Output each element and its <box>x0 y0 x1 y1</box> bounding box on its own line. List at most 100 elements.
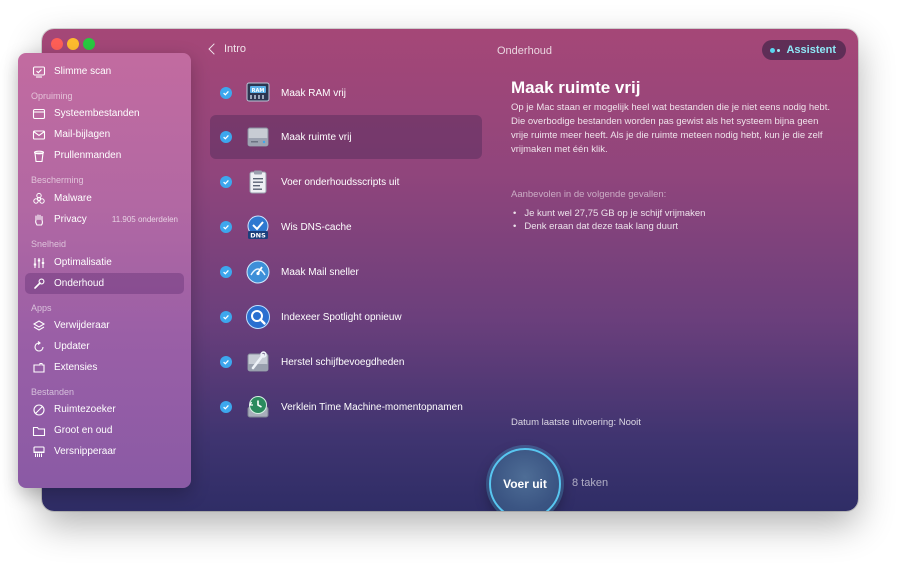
recommendation-list: Je kunt wel 27,75 GB op je schijf vrijma… <box>511 207 705 233</box>
privacy-item-count: 11.905 onderdelen <box>111 215 178 224</box>
close-window-button[interactable] <box>51 38 63 50</box>
checkmark-icon[interactable] <box>220 311 232 323</box>
sidebar-item-extensions[interactable]: Extensies <box>25 357 184 378</box>
zoom-window-button[interactable] <box>83 38 95 50</box>
assistant-dots-icon <box>770 47 781 53</box>
dns-icon: DNS <box>245 214 271 240</box>
sidebar-item-label: Systeembestanden <box>54 108 140 119</box>
sidebar-item-space-lens[interactable]: Ruimtezoeker <box>25 399 184 420</box>
updater-icon <box>32 340 46 354</box>
task-label: Verklein Time Machine-momentopnamen <box>281 401 463 413</box>
svg-text:RAM: RAM <box>252 88 265 94</box>
task-label: Wis DNS-cache <box>281 221 352 233</box>
task-item-maintenance-scripts[interactable]: Voer onderhoudsscripts uit <box>210 160 482 204</box>
hand-icon <box>32 213 46 227</box>
sidebar-item-large-old[interactable]: Groot en oud <box>25 420 184 441</box>
window-title: Onderhoud <box>497 45 553 57</box>
hard-drive-icon <box>245 124 271 150</box>
sidebar-item-label: Mail-bijlagen <box>54 129 111 140</box>
shredder-icon <box>32 445 46 459</box>
sidebar-item-smart-scan[interactable]: Slimme scan <box>25 61 184 82</box>
clipboard-script-icon <box>245 169 271 195</box>
space-lens-icon <box>32 403 46 417</box>
sidebar-item-trash-bins[interactable]: Prullenmanden <box>25 145 184 166</box>
sidebar-item-optimization[interactable]: Optimalisatie <box>25 252 184 273</box>
sidebar-section-header: Apps <box>31 303 52 313</box>
last-run-text: Datum laatste uitvoering: Nooit <box>511 417 641 428</box>
sidebar-item-label: Updater <box>54 341 90 352</box>
wrench-icon <box>32 277 46 291</box>
assistant-label: Assistent <box>786 44 836 56</box>
assistant-button[interactable]: Assistent <box>762 40 846 60</box>
task-label: Maak Mail sneller <box>281 266 359 278</box>
list-item: Denk eraan dat deze taak lang duurt <box>511 220 705 233</box>
checkmark-icon[interactable] <box>220 401 232 413</box>
sidebar-item-mail-attachments[interactable]: Mail-bijlagen <box>25 124 184 145</box>
checkmark-icon[interactable] <box>220 87 232 99</box>
task-count: 8 taken <box>572 477 609 489</box>
chevron-left-icon <box>208 43 220 55</box>
smart-scan-icon <box>32 65 46 79</box>
sidebar-item-shredder[interactable]: Versnipperaar <box>25 441 184 462</box>
task-label: Indexeer Spotlight opnieuw <box>281 311 402 323</box>
task-item-reindex-spotlight[interactable]: Indexeer Spotlight opnieuw <box>210 295 482 339</box>
task-item-flush-dns[interactable]: DNS Wis DNS-cache <box>210 205 482 249</box>
sidebar-section-header: Bestanden <box>31 387 75 397</box>
sidebar-item-label: Verwijderaar <box>54 320 110 331</box>
checkmark-icon[interactable] <box>220 176 232 188</box>
task-item-speed-up-mail[interactable]: Maak Mail sneller <box>210 250 482 294</box>
disk-repair-icon <box>245 349 271 375</box>
sidebar-item-label: Privacy <box>54 214 87 225</box>
checkmark-icon[interactable] <box>220 131 232 143</box>
sidebar-item-malware[interactable]: Malware <box>25 188 184 209</box>
uninstaller-icon <box>32 319 46 333</box>
sidebar-section-header: Opruiming <box>31 91 73 101</box>
sidebar-item-label: Onderhoud <box>54 278 105 289</box>
sidebar-item-privacy[interactable]: Privacy 11.905 onderdelen <box>25 209 184 230</box>
dns-badge-text: DNS <box>250 231 266 239</box>
sliders-icon <box>32 256 46 270</box>
run-button[interactable]: Voer uit <box>489 448 561 511</box>
sidebar-section-header: Snelheid <box>31 239 67 249</box>
extensions-icon <box>32 361 46 375</box>
list-item: Je kunt wel 27,75 GB op je schijf vrijma… <box>511 207 705 220</box>
sidebar-item-system-junk[interactable]: Systeembestanden <box>25 103 184 124</box>
task-item-free-ram[interactable]: RAM Maak RAM vrij <box>210 71 482 115</box>
sidebar-item-label: Prullenmanden <box>54 150 122 161</box>
detail-description: Op je Mac staan er mogelijk heel wat bes… <box>511 102 830 155</box>
biohazard-icon <box>32 192 46 206</box>
task-label: Maak RAM vrij <box>281 87 347 99</box>
mail-speedup-icon <box>245 259 271 285</box>
sidebar-item-maintenance[interactable]: Onderhoud <box>25 273 184 294</box>
task-item-free-space[interactable]: Maak ruimte vrij <box>210 115 482 159</box>
sidebar-item-label: Slimme scan <box>54 66 112 77</box>
back-button[interactable]: Intro <box>208 43 246 55</box>
time-machine-icon <box>245 394 271 420</box>
back-label: Intro <box>224 43 247 55</box>
task-label: Maak ruimte vrij <box>281 131 352 143</box>
task-item-thin-time-machine[interactable]: Verklein Time Machine-momentopnamen <box>210 385 482 429</box>
checkmark-icon[interactable] <box>220 221 232 233</box>
folder-icon <box>32 424 46 438</box>
mail-attachments-icon <box>32 128 46 142</box>
trash-bin-icon <box>32 149 46 163</box>
checkmark-icon[interactable] <box>220 266 232 278</box>
sidebar-item-uninstaller[interactable]: Verwijderaar <box>25 315 184 336</box>
system-junk-icon <box>32 107 46 121</box>
sidebar-item-updater[interactable]: Updater <box>25 336 184 357</box>
sidebar-item-label: Ruimtezoeker <box>54 404 116 415</box>
ram-chip-icon: RAM <box>245 80 271 106</box>
sidebar-item-label: Groot en oud <box>54 425 113 436</box>
task-item-repair-permissions[interactable]: Herstel schijfbevoegdheden <box>210 340 482 384</box>
task-label: Herstel schijfbevoegdheden <box>281 356 405 368</box>
sidebar: Slimme scan Opruiming Systeembestanden M… <box>18 53 191 488</box>
run-button-label: Voer uit <box>503 477 547 491</box>
spotlight-search-icon <box>245 304 271 330</box>
sidebar-item-label: Versnipperaar <box>54 446 117 457</box>
checkmark-icon[interactable] <box>220 356 232 368</box>
minimize-window-button[interactable] <box>67 38 79 50</box>
sidebar-item-label: Malware <box>54 193 92 204</box>
task-label: Voer onderhoudsscripts uit <box>281 176 400 188</box>
sidebar-section-header: Bescherming <box>31 175 84 185</box>
detail-title: Maak ruimte vrij <box>511 78 641 97</box>
